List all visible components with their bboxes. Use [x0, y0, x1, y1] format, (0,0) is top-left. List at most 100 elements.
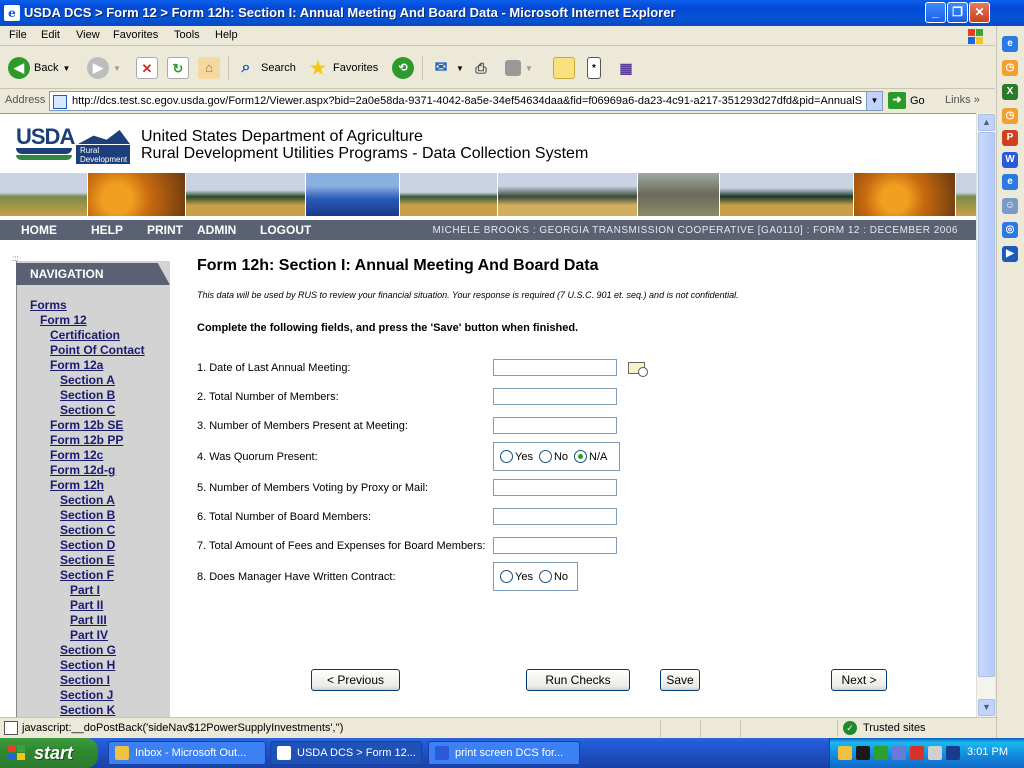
- media-shortcut-icon[interactable]: ▶: [1002, 246, 1018, 262]
- nav-part-iii[interactable]: Part III: [70, 613, 107, 627]
- nav-form-12[interactable]: Form 12: [40, 313, 87, 327]
- nav-forms[interactable]: Forms: [30, 298, 67, 312]
- ie-shortcut-icon[interactable]: e: [1002, 174, 1018, 190]
- nav-admin[interactable]: ADMIN: [197, 223, 236, 237]
- menu-tools[interactable]: Tools: [174, 29, 200, 41]
- tray-alert-icon[interactable]: [856, 746, 870, 760]
- quorum-na-radio[interactable]: [574, 450, 588, 463]
- excel-shortcut-icon[interactable]: X: [1002, 84, 1018, 100]
- nav-logout[interactable]: LOGOUT: [260, 223, 311, 237]
- calendar-icon[interactable]: [628, 362, 648, 377]
- chevron-down-icon[interactable]: ▼: [113, 64, 121, 73]
- proxy-voting-input[interactable]: [493, 479, 617, 496]
- nav-form-12c[interactable]: Form 12c: [50, 448, 103, 462]
- annual-meeting-date-input[interactable]: [493, 359, 617, 376]
- nav-part-iv[interactable]: Part IV: [70, 628, 108, 642]
- nav-12h-section-f[interactable]: Section F: [60, 568, 114, 582]
- tray-clock-icon[interactable]: [838, 746, 852, 760]
- favorites-button[interactable]: ★ Favorites: [307, 55, 378, 81]
- maximize-button[interactable]: ❐: [947, 2, 968, 23]
- go-button[interactable]: ➜ Go: [888, 92, 925, 109]
- nav-12h-section-e[interactable]: Section E: [60, 553, 115, 567]
- next-button[interactable]: Next >: [831, 669, 887, 691]
- nav-point-of-contact[interactable]: Point Of Contact: [50, 343, 145, 357]
- tray-network-icon[interactable]: [874, 746, 888, 760]
- links-button[interactable]: Links »: [945, 94, 980, 106]
- contract-yes-radio[interactable]: [500, 570, 513, 583]
- nav-12a-section-a[interactable]: Section A: [60, 373, 115, 387]
- quorum-na-option[interactable]: N/A: [574, 450, 607, 463]
- nav-12h-section-c[interactable]: Section C: [60, 523, 115, 537]
- nav-12h-section-g[interactable]: Section G: [60, 643, 116, 657]
- app-shortcut-icon[interactable]: ◎: [1002, 222, 1018, 238]
- stop-button[interactable]: ✕: [136, 55, 158, 81]
- scroll-up-icon[interactable]: ▲: [978, 114, 995, 131]
- board-fees-input[interactable]: [493, 537, 617, 554]
- board-members-input[interactable]: [493, 508, 617, 525]
- quorum-no-radio[interactable]: [538, 450, 552, 463]
- clock-shortcut-icon[interactable]: ◷: [1002, 108, 1018, 124]
- nav-print[interactable]: PRINT: [147, 223, 183, 237]
- task-usda-dcs[interactable]: USDA DCS > Form 12...: [270, 741, 422, 765]
- tray-security-icon[interactable]: [910, 746, 924, 760]
- save-button[interactable]: Save: [660, 669, 700, 691]
- address-url[interactable]: http://dcs.test.sc.egov.usda.gov/Form12/…: [72, 95, 862, 107]
- nav-part-ii[interactable]: Part II: [70, 598, 103, 612]
- previous-button[interactable]: < Previous: [311, 669, 400, 691]
- user-shortcut-icon[interactable]: ☺: [1002, 198, 1018, 214]
- scroll-down-icon[interactable]: ▼: [978, 699, 995, 716]
- menu-favorites[interactable]: Favorites: [113, 29, 158, 41]
- chevron-down-icon[interactable]: ▼: [866, 92, 882, 110]
- research-button[interactable]: ▦: [615, 55, 637, 81]
- quorum-yes-radio[interactable]: [500, 450, 513, 463]
- nav-12h-section-i[interactable]: Section I: [60, 673, 110, 687]
- address-input[interactable]: http://dcs.test.sc.egov.usda.gov/Form12/…: [49, 91, 883, 111]
- home-button[interactable]: ⌂: [198, 55, 220, 81]
- quorum-no-option[interactable]: No: [538, 450, 568, 463]
- close-button[interactable]: ✕: [969, 2, 990, 23]
- nav-12h-section-k[interactable]: Section K: [60, 703, 115, 717]
- members-present-input[interactable]: [493, 417, 617, 434]
- nav-help[interactable]: HELP: [91, 223, 123, 237]
- edit-button[interactable]: ▼: [505, 55, 533, 81]
- nav-form-12d-g[interactable]: Form 12d-g: [50, 463, 115, 477]
- clock-shortcut-icon[interactable]: ◷: [1002, 60, 1018, 76]
- notes-button[interactable]: [553, 55, 575, 81]
- run-checks-button[interactable]: Run Checks: [526, 669, 630, 691]
- start-button[interactable]: start: [0, 738, 98, 768]
- nav-form-12b-se[interactable]: Form 12b SE: [50, 418, 123, 432]
- nav-home[interactable]: HOME: [21, 223, 57, 237]
- refresh-button[interactable]: ↻: [167, 55, 189, 81]
- tray-app-icon[interactable]: [946, 746, 960, 760]
- menu-edit[interactable]: Edit: [41, 29, 60, 41]
- nav-part-i[interactable]: Part I: [70, 583, 100, 597]
- nav-form-12h[interactable]: Form 12h: [50, 478, 104, 492]
- nav-12a-section-c[interactable]: Section C: [60, 403, 115, 417]
- mail-button[interactable]: ✉ ▼: [430, 55, 464, 81]
- nav-12a-section-b[interactable]: Section B: [60, 388, 115, 402]
- print-button[interactable]: ⎙: [470, 55, 492, 81]
- messenger-button[interactable]: *: [587, 55, 601, 81]
- nav-form-12a[interactable]: Form 12a: [50, 358, 103, 372]
- nav-12h-section-h[interactable]: Section H: [60, 658, 115, 672]
- task-outlook[interactable]: Inbox - Microsoft Out...: [108, 741, 266, 765]
- contract-no-option[interactable]: No: [538, 570, 568, 583]
- powerpoint-shortcut-icon[interactable]: P: [1002, 130, 1018, 146]
- tray-volume-icon[interactable]: [928, 746, 942, 760]
- contract-no-radio[interactable]: [538, 570, 552, 583]
- minimize-button[interactable]: _: [925, 2, 946, 23]
- back-button[interactable]: ◀ Back ▼: [8, 55, 70, 81]
- scroll-thumb[interactable]: [978, 132, 995, 677]
- nav-form-12b-pp[interactable]: Form 12b PP: [50, 433, 123, 447]
- contract-yes-option[interactable]: Yes: [500, 570, 533, 583]
- total-members-input[interactable]: [493, 388, 617, 405]
- nav-certification[interactable]: Certification: [50, 328, 120, 342]
- history-button[interactable]: ⟲: [392, 55, 414, 81]
- chevron-down-icon[interactable]: ▼: [456, 64, 464, 73]
- nav-12h-section-j[interactable]: Section J: [60, 688, 113, 702]
- menu-view[interactable]: View: [76, 29, 100, 41]
- ie-shortcut-icon[interactable]: e: [1002, 36, 1018, 52]
- quorum-yes-option[interactable]: Yes: [500, 450, 533, 463]
- forward-button[interactable]: ▶ ▼: [87, 55, 121, 81]
- menu-help[interactable]: Help: [215, 29, 238, 41]
